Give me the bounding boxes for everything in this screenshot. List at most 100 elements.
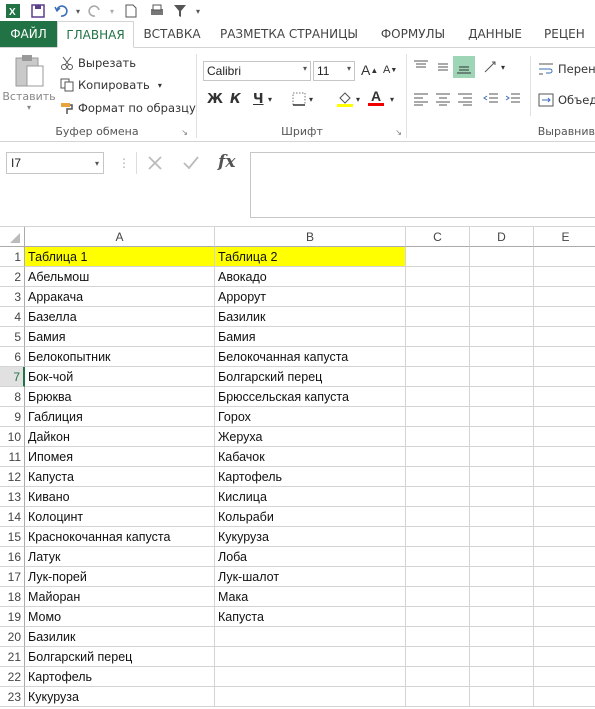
cell[interactable]: Краснокочанная капуста [25, 527, 215, 547]
tab-insert[interactable]: ВСТАВКА [134, 21, 210, 47]
cell[interactable] [534, 367, 595, 387]
print-preview-icon[interactable] [144, 0, 170, 22]
cell[interactable]: Арракача [25, 287, 215, 307]
cell[interactable] [470, 367, 534, 387]
cell[interactable] [470, 607, 534, 627]
cell[interactable] [406, 327, 470, 347]
cell[interactable] [470, 687, 534, 707]
cell[interactable] [470, 287, 534, 307]
tab-page-layout[interactable]: РАЗМЕТКА СТРАНИЦЫ [210, 21, 368, 47]
cut-button[interactable]: Вырезать [60, 54, 136, 72]
cell[interactable] [534, 247, 595, 267]
cell[interactable] [470, 487, 534, 507]
cell[interactable] [406, 447, 470, 467]
redo-icon[interactable] [84, 0, 106, 22]
cell[interactable]: Кукуруза [215, 527, 406, 547]
cancel-formula-icon[interactable] [146, 154, 164, 175]
cell[interactable] [470, 627, 534, 647]
cell[interactable] [406, 667, 470, 687]
underline-button[interactable]: Ч [253, 92, 264, 107]
row-header[interactable]: 20 [0, 627, 25, 647]
cell[interactable]: Дайкон [25, 427, 215, 447]
row-header[interactable]: 8 [0, 387, 25, 407]
row-header[interactable]: 23 [0, 687, 25, 707]
tab-data[interactable]: ДАННЫЕ [458, 21, 532, 47]
format-painter-button[interactable]: Формат по образцу [60, 99, 196, 117]
cell[interactable]: Лук-порей [25, 567, 215, 587]
cell[interactable] [470, 447, 534, 467]
row-header[interactable]: 5 [0, 327, 25, 347]
undo-dropdown-icon[interactable]: ▾ [72, 0, 84, 22]
cell[interactable]: Брюква [25, 387, 215, 407]
font-color-button[interactable]: A [368, 89, 384, 106]
clipboard-dialog-launcher-icon[interactable]: ↘ [181, 128, 188, 137]
cell[interactable] [406, 687, 470, 707]
row-header[interactable]: 14 [0, 507, 25, 527]
cell[interactable] [470, 587, 534, 607]
increase-indent-button[interactable] [505, 92, 521, 106]
row-header[interactable]: 9 [0, 407, 25, 427]
column-header-e[interactable]: E [534, 227, 595, 247]
column-header-c[interactable]: C [406, 227, 470, 247]
cell[interactable]: Ипомея [25, 447, 215, 467]
cell[interactable] [406, 647, 470, 667]
row-header[interactable]: 19 [0, 607, 25, 627]
align-left-button[interactable] [413, 92, 429, 106]
customize-qat-icon[interactable]: ▾ [190, 0, 206, 22]
formula-input[interactable] [250, 152, 595, 218]
cell[interactable]: Таблица 1 [25, 247, 215, 267]
borders-dropdown-icon[interactable]: ▾ [309, 95, 313, 104]
cell[interactable] [470, 327, 534, 347]
cell[interactable]: Кукуруза [25, 687, 215, 707]
font-color-dropdown-icon[interactable]: ▾ [390, 95, 394, 104]
cell[interactable]: Лоба [215, 547, 406, 567]
cell[interactable]: Жеруха [215, 427, 406, 447]
cell[interactable] [534, 507, 595, 527]
cell[interactable]: Капуста [25, 467, 215, 487]
row-header[interactable]: 1 [0, 247, 25, 267]
cell[interactable] [406, 247, 470, 267]
row-header[interactable]: 11 [0, 447, 25, 467]
filter-icon[interactable] [170, 0, 190, 22]
cell[interactable]: Латук [25, 547, 215, 567]
cell[interactable]: Болгарский перец [215, 367, 406, 387]
cell[interactable] [534, 627, 595, 647]
cell[interactable] [534, 267, 595, 287]
grow-font-button[interactable]: A ▲ [361, 62, 378, 78]
align-right-button[interactable] [457, 92, 473, 106]
merge-button[interactable]: Объед [538, 93, 595, 107]
align-bottom-button[interactable] [453, 56, 475, 78]
cell[interactable]: Картофель [25, 667, 215, 687]
column-header-b[interactable]: B [215, 227, 406, 247]
cell[interactable]: Брюссельская капуста [215, 387, 406, 407]
wrap-text-button[interactable]: Перен [538, 62, 595, 76]
fill-color-button[interactable]: ▾ [336, 90, 360, 108]
undo-icon[interactable] [50, 0, 72, 22]
italic-button[interactable]: К [230, 92, 241, 107]
cell[interactable] [534, 327, 595, 347]
row-header[interactable]: 16 [0, 547, 25, 567]
cell[interactable] [215, 627, 406, 647]
cell[interactable] [470, 467, 534, 487]
tab-file[interactable]: ФАЙЛ [0, 21, 57, 47]
confirm-formula-icon[interactable] [182, 154, 200, 175]
column-header-a[interactable]: A [25, 227, 215, 247]
cell[interactable] [470, 387, 534, 407]
cell[interactable] [534, 607, 595, 627]
cell[interactable] [534, 387, 595, 407]
cell[interactable] [406, 487, 470, 507]
underline-dropdown-icon[interactable]: ▾ [268, 95, 272, 104]
tab-formulas[interactable]: ФОРМУЛЫ [368, 21, 458, 47]
cell[interactable]: Майоран [25, 587, 215, 607]
row-header[interactable]: 7 [0, 367, 25, 387]
cell[interactable] [215, 687, 406, 707]
bold-button[interactable]: Ж [207, 92, 223, 107]
column-header-d[interactable]: D [470, 227, 534, 247]
row-header[interactable]: 13 [0, 487, 25, 507]
insert-function-icon[interactable]: fx [218, 152, 235, 172]
cell[interactable] [470, 567, 534, 587]
copy-button[interactable]: Копировать ▾ [60, 76, 162, 94]
cell[interactable]: Базелла [25, 307, 215, 327]
cell[interactable] [406, 427, 470, 447]
cell[interactable] [470, 247, 534, 267]
